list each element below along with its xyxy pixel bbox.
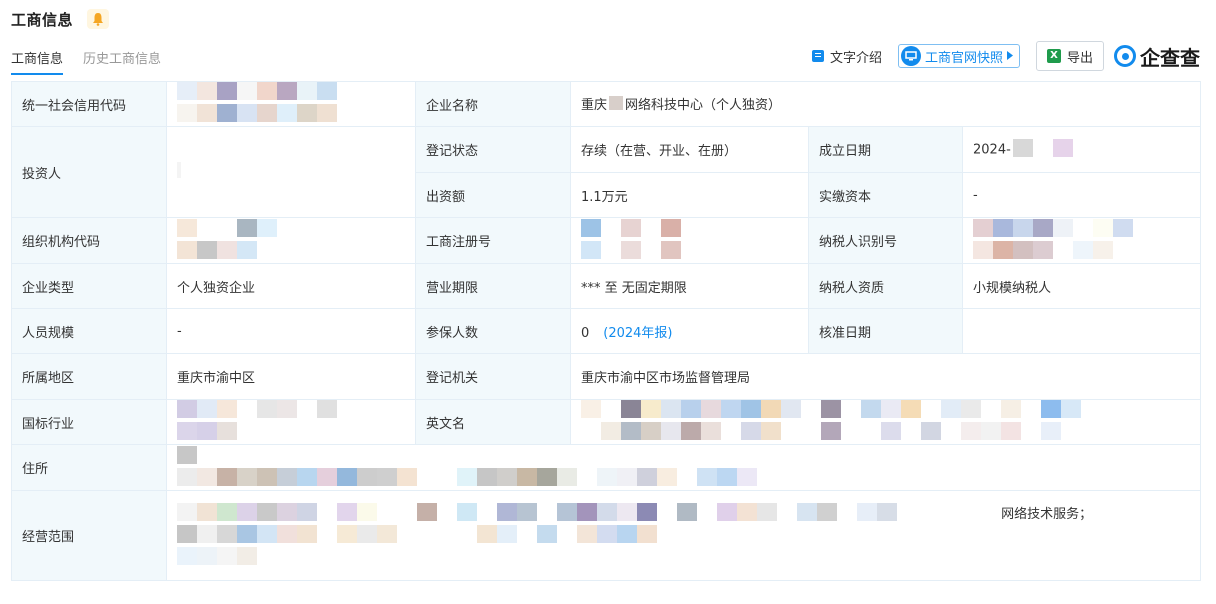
taxpayer-qual-label: 纳税人资质 (808, 263, 963, 309)
table-row: 人员规模 - 参保人数 0 (2024年报) 核准日期 (11, 308, 1202, 354)
capital-value: 1.1万元 (570, 172, 809, 218)
capital-label: 出资额 (415, 172, 571, 218)
monitor-icon (900, 46, 921, 66)
reg-status-label: 登记状态 (415, 126, 571, 173)
brand-logo: 企查查 (1114, 42, 1200, 71)
investor-value (166, 126, 416, 218)
annual-report-link[interactable]: (2024年报) (603, 326, 672, 341)
paid-capital-value: - (961, 172, 1202, 218)
taxpayer-id-value (961, 217, 1202, 264)
redacted-mosaic (1012, 138, 1073, 161)
term-label: 营业期限 (415, 263, 571, 309)
bell-icon[interactable] (87, 9, 110, 29)
company-type-value: 个人独资企业 (166, 263, 416, 309)
snapshot-label: 工商官网快照 (924, 50, 1003, 66)
scope-visible-text: 网络技术服务； (1001, 506, 1093, 522)
redacted-mosaic (177, 445, 757, 490)
approve-date-label: 核准日期 (808, 308, 963, 354)
redacted-mosaic (609, 96, 624, 114)
address-label: 住所 (11, 444, 167, 491)
redacted-mosaic (177, 400, 337, 444)
english-name-value (569, 399, 1202, 445)
tab-history-business-info[interactable]: 历史工商信息 (83, 48, 161, 75)
authority-value: 重庆市渝中区市场监督管理局 (569, 353, 1202, 400)
excel-icon: X (1046, 49, 1061, 63)
region-value: 重庆市渝中区 (166, 353, 416, 400)
redacted-mosaic (177, 162, 181, 182)
credit-code-value (166, 81, 416, 127)
insured-label: 参保人数 (415, 308, 571, 354)
region-label: 所属地区 (11, 353, 167, 400)
scope-value: 网络技术服务； (165, 490, 1202, 581)
brand-logo-icon (1114, 45, 1136, 67)
redacted-mosaic (177, 82, 337, 126)
toolbar: 文字介绍 工商官网快照 X 导出 企查查 (796, 40, 1200, 72)
redacted-mosaic (581, 400, 1081, 444)
page-title: 工商信息 (11, 10, 74, 29)
table-row: 住所 (11, 444, 1202, 491)
tab-business-info[interactable]: 工商信息 (11, 48, 64, 75)
text-intro-label: 文字介绍 (829, 50, 882, 66)
found-date-value: 2024- (961, 126, 1202, 173)
company-type-label: 企业类型 (11, 263, 167, 309)
redacted-mosaic (177, 218, 277, 263)
approve-date-value (961, 308, 1202, 354)
authority-label: 登记机关 (415, 353, 571, 400)
redacted-mosaic (973, 218, 1133, 263)
redacted-mosaic (177, 502, 1117, 569)
tab-bar: 工商信息 历史工商信息 (11, 48, 181, 75)
company-name-prefix: 重庆 (581, 97, 608, 113)
credit-code-label: 统一社会信用代码 (11, 81, 167, 127)
staff-size-label: 人员规模 (11, 308, 167, 354)
org-code-value (166, 217, 416, 264)
table-row: 组织机构代码 工商注册号 纳税人识别号 (11, 217, 1202, 264)
taxpayer-id-label: 纳税人识别号 (808, 217, 963, 264)
export-label: 导出 (1066, 50, 1093, 66)
staff-size-value: - (166, 308, 416, 354)
title-row: 工商信息 (11, 8, 110, 30)
investor-label: 投资人 (11, 126, 167, 218)
export-button[interactable]: X 导出 (1035, 41, 1104, 71)
table-row: 所属地区 重庆市渝中区 登记机关 重庆市渝中区市场监督管理局 (11, 353, 1202, 400)
scope-label: 经营范围 (11, 490, 167, 581)
paid-capital-label: 实缴资本 (808, 172, 963, 218)
address-value (165, 444, 1202, 491)
found-date-prefix: 2024- (973, 142, 1011, 157)
chevron-right-icon (1006, 49, 1013, 64)
table-row: 经营范围 网络技术服务； (11, 490, 1202, 581)
table-row: 统一社会信用代码 企业名称 重庆 网络科技中心（个人独资） (11, 81, 1202, 127)
company-name-suffix: 网络科技中心（个人独资） (625, 97, 782, 113)
company-name-value: 重庆 网络科技中心（个人独资） (569, 81, 1202, 127)
found-date-label: 成立日期 (808, 126, 963, 173)
reg-no-value (570, 217, 809, 264)
table-row: 投资人 登记状态 存续（在营、开业、在册） 成立日期 2024- (11, 126, 1202, 218)
insured-count: 0 (581, 325, 590, 341)
table-row: 国标行业 英文名 (11, 399, 1202, 445)
industry-label: 国标行业 (11, 399, 167, 445)
english-name-label: 英文名 (415, 399, 571, 445)
text-intro-button[interactable]: 文字介绍 (811, 47, 882, 66)
org-code-label: 组织机构代码 (11, 217, 167, 264)
table-row: 企业类型 个人独资企业 营业期限 *** 至 无固定期限 纳税人资质 小规模纳税… (11, 263, 1202, 309)
industry-value (166, 399, 416, 445)
term-value: *** 至 无固定期限 (570, 263, 809, 309)
taxpayer-qual-value: 小规模纳税人 (961, 263, 1202, 309)
snapshot-button[interactable]: 工商官网快照 (897, 44, 1020, 68)
reg-status-value: 存续（在营、开业、在册） (570, 126, 809, 173)
business-info-table: 统一社会信用代码 企业名称 重庆 网络科技中心（个人独资） 投资人 登记状态 存续… (11, 81, 1202, 581)
insured-value: 0 (2024年报) (570, 308, 809, 354)
brand-name: 企查查 (1140, 45, 1200, 70)
reg-no-label: 工商注册号 (415, 217, 571, 264)
company-name-label: 企业名称 (415, 81, 571, 127)
redacted-mosaic (581, 218, 681, 263)
document-icon (811, 50, 824, 62)
